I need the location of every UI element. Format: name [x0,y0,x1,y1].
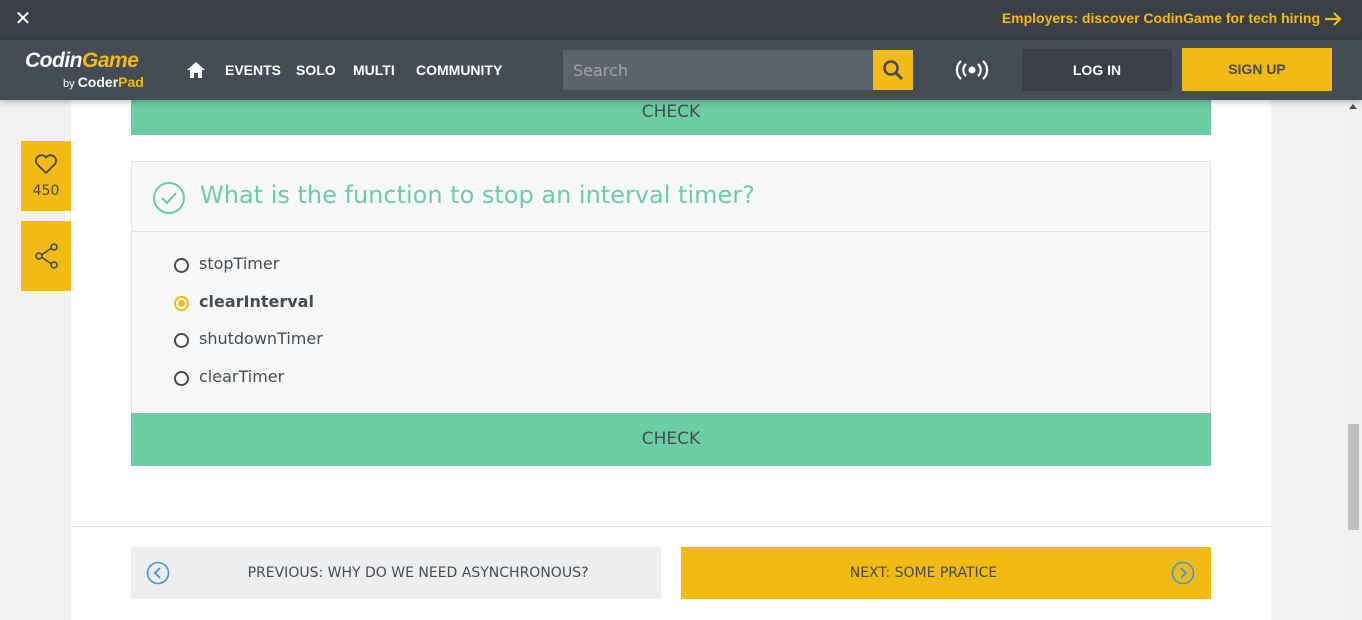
signup-button[interactable]: SIGN UP [1182,48,1332,91]
scroll-up-arrow[interactable] [1349,104,1357,109]
nav-events[interactable]: EVENTS [225,62,281,78]
radio-button[interactable] [174,258,189,273]
option-label: clearTimer [199,367,285,386]
codingame-logo[interactable]: CodinGame by CoderPad [25,49,160,91]
radio-button[interactable] [174,371,189,386]
arrow-right-icon[interactable] [1323,9,1343,29]
divider [71,526,1271,527]
promo-bar: ✕ Employers: discover CodinGame for tech… [0,0,1362,40]
quiz-header: What is the function to stop an interval… [132,162,1210,232]
lesson-content: CHECK What is the function to stop an in… [71,100,1271,620]
quiz-card: What is the function to stop an interval… [131,161,1211,466]
logo-subtitle: by CoderPad [63,74,144,90]
option-label: clearInterval [199,292,314,311]
heart-icon [35,154,57,175]
scroll-thumb[interactable] [1348,424,1359,530]
home-icon[interactable] [186,60,206,80]
close-icon[interactable]: ✕ [12,8,34,30]
search-input[interactable] [563,50,873,90]
broadcast-icon[interactable] [955,58,989,82]
logo-text: CodinGame [25,49,139,72]
check-circle-icon [153,182,185,214]
promo-link[interactable]: Employers: discover CodinGame for tech h… [1002,10,1320,26]
chevron-right-circle-icon [1171,561,1195,585]
option-label: shutdownTimer [199,329,323,348]
login-button[interactable]: LOG IN [1022,49,1172,91]
nav-community[interactable]: COMMUNITY [416,62,502,78]
nav-multi[interactable]: MULTI [353,62,395,78]
share-button[interactable] [21,221,71,291]
next-lesson-label: NEXT: SOME PRATICE [849,565,998,581]
radio-button[interactable] [174,333,189,348]
search-button[interactable] [873,50,913,90]
previous-lesson-label: PREVIOUS: WHY DO WE NEED ASYNCHRONOUS? [247,565,589,581]
radio-button-selected[interactable] [174,296,189,311]
next-lesson-button[interactable]: NEXT: SOME PRATICE [681,547,1211,599]
page-scrollbar[interactable] [1345,100,1362,620]
check-button-previous[interactable]: CHECK [131,100,1211,135]
nav-solo[interactable]: SOLO [296,62,336,78]
like-button[interactable]: 450 [21,141,71,211]
option-label: stopTimer [199,254,280,273]
like-count: 450 [32,183,60,199]
previous-lesson-button[interactable]: PREVIOUS: WHY DO WE NEED ASYNCHRONOUS? [131,547,661,599]
quiz-question: What is the function to stop an interval… [200,181,755,209]
check-button[interactable]: CHECK [131,413,1211,466]
share-icon [35,243,58,269]
main-navbar: CodinGame by CoderPad EVENTS SOLO MULTI … [0,40,1362,100]
search-icon [883,60,904,81]
